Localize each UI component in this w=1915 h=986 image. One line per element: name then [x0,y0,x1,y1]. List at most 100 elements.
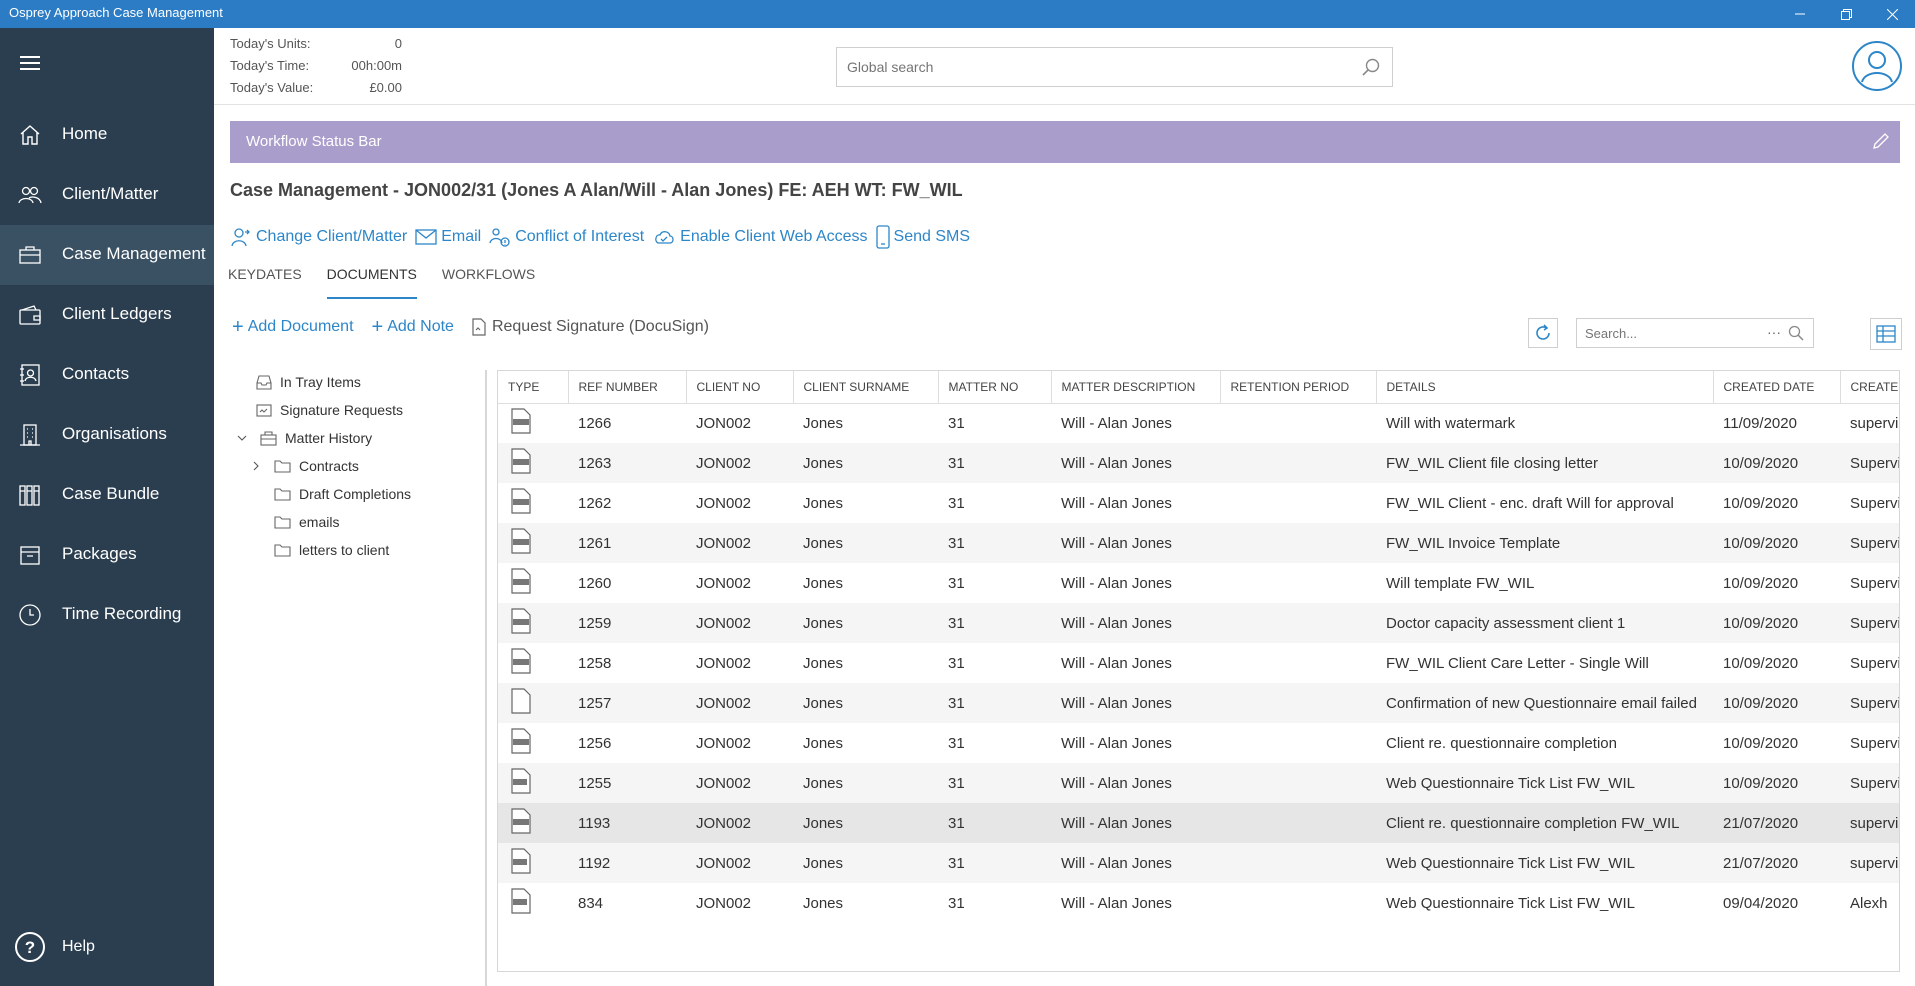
chevron-down-icon[interactable] [236,432,248,444]
cell-matter-desc: Will - Alan Jones [1061,414,1172,432]
cell-ref: 834 [578,894,604,912]
nav-case-bundle[interactable]: Case Bundle [0,465,214,525]
tree-letters-to-client[interactable]: letters to client [274,536,389,564]
column-header-client-surname[interactable]: CLIENT SURNAME [793,371,939,404]
column-header-matter-no[interactable]: MATTER NO [938,371,1052,404]
table-row[interactable]: 834 JON002 Jones 31 Will - Alan Jones Web Que… [498,883,1899,923]
tree-contracts[interactable]: Contracts [250,452,359,480]
units-value: 0 [394,36,402,51]
table-row[interactable]: 1256 JON002 Jones 31 Will - Alan Jones Client… [498,723,1899,763]
splitter-handle[interactable] [485,370,487,986]
pdf-file-icon [510,848,532,878]
nav-label: Home [62,124,108,143]
cell-retention [1220,723,1376,763]
close-button[interactable] [1869,0,1915,28]
tree-signature-requests[interactable]: Signature Requests [256,396,403,424]
user-avatar-icon[interactable] [1851,40,1903,92]
add-note-button[interactable]: + Add Note [372,317,454,337]
restore-button[interactable] [1823,0,1869,28]
table-row[interactable]: 1193 JON002 Jones 31 Will - Alan Jones Client… [498,803,1899,843]
document-search-input[interactable] [1577,319,1757,347]
cell-created-date: 10/09/2020 [1723,734,1799,752]
table-row[interactable]: 1261 JON002 Jones 31 Will - Alan Jones FW_WIL… [498,523,1899,563]
nav-case-management[interactable]: Case Management [0,225,214,285]
request-signature-button[interactable]: Request Signature (DocuSign) [472,318,709,336]
cell-matter-no: 31 [948,574,965,592]
cell-matter-desc: Will - Alan Jones [1061,734,1172,752]
conflict-of-interest-label: Conflict of Interest [515,228,645,245]
cell-client-no: JON002 [696,414,752,432]
help-button[interactable]: ? Help [14,931,95,963]
nav-time-recording[interactable]: Time Recording [0,585,214,645]
word-document-icon [510,608,532,638]
tree-label: Contracts [299,458,359,474]
refresh-button[interactable] [1528,318,1558,348]
nav-home[interactable]: Home [0,105,214,165]
add-document-button[interactable]: + Add Document [232,317,354,337]
cell-details: FW_WIL Client file closing letter [1376,443,1713,483]
table-row[interactable]: 1266 JON002 Jones 31 Will - Alan Jones Will w… [498,403,1899,443]
table-row[interactable]: 1263 JON002 Jones 31 Will - Alan Jones FW_WIL… [498,443,1899,483]
nav-client-ledgers[interactable]: Client Ledgers [0,285,214,345]
books-icon [19,485,40,506]
minimize-button[interactable] [1777,0,1823,28]
table-row[interactable]: 1257 JON002 Jones 31 Will - Alan Jones Confir… [498,683,1899,723]
table-row[interactable]: 1258 JON002 Jones 31 Will - Alan Jones FW_WIL… [498,643,1899,683]
nav-packages[interactable]: Packages [0,525,214,585]
grid-view-button[interactable] [1870,318,1902,350]
search-options-button[interactable]: ··· [1767,324,1781,340]
chevron-right-icon[interactable] [250,460,262,472]
cell-client-no: JON002 [686,603,793,643]
cell-created-by: Supervi [1840,523,1899,563]
conflict-of-interest-button[interactable]: Conflict of Interest [489,226,644,248]
nav-client-matter[interactable]: Client/Matter [0,165,214,225]
column-header-retention-period[interactable]: RETENTION PERIOD [1220,371,1377,404]
column-header-matter-description[interactable]: MATTER DESCRIPTION [1051,371,1221,404]
tab-documents[interactable]: DOCUMENTS [326,266,418,299]
folder-icon [274,544,291,557]
email-button[interactable]: Email [415,228,481,246]
table-row[interactable]: 1259 JON002 Jones 31 Will - Alan Jones Doctor… [498,603,1899,643]
menu-toggle-button[interactable] [20,56,40,70]
global-search-input[interactable] [837,48,1337,86]
tree-draft-completions[interactable]: Draft Completions [274,480,411,508]
column-header-client-no[interactable]: CLIENT NO [686,371,794,404]
search-icon[interactable] [1788,325,1804,341]
column-header-created-date[interactable]: CREATED DATE [1713,371,1841,404]
table-row[interactable]: 1262 JON002 Jones 31 Will - Alan Jones FW_WIL… [498,483,1899,523]
search-icon[interactable] [1362,58,1380,76]
cell-client-no: JON002 [696,574,752,592]
change-client-matter-button[interactable]: Change Client/Matter [230,226,407,248]
table-row[interactable]: 1192 JON002 Jones 31 Will - Alan Jones Web Qu… [498,843,1899,883]
pencil-icon[interactable] [1872,132,1890,150]
table-row[interactable]: 1255 JON002 Jones 31 Will - Alan Jones Web Qu… [498,763,1899,803]
minimize-icon [1795,13,1805,15]
type-cell [498,843,568,883]
nav-label: Time Recording [62,604,182,623]
cell-surname: Jones [803,494,844,512]
nav-organisations[interactable]: Organisations [0,405,214,465]
tree-in-tray[interactable]: In Tray Items [256,368,361,396]
column-header-details[interactable]: DETAILS [1376,371,1714,404]
column-header-ref-number[interactable]: REF NUMBER [568,371,687,404]
cell-ref: 1192 [568,843,686,883]
send-sms-button[interactable]: Send SMS [875,225,970,249]
type-cell [498,763,568,803]
table-row[interactable]: 1260 JON002 Jones 31 Will - Alan Jones Will t… [498,563,1900,603]
cell-created-by: Supervi [1850,574,1900,592]
cell-matter-desc: Will - Alan Jones [1051,763,1220,803]
cell-details: Doctor capacity assessment client 1 [1376,603,1713,643]
sidebar: Home Client/Matter Case Management Clien… [0,28,214,986]
tab-workflows[interactable]: WORKFLOWS [442,266,535,296]
nav-contacts[interactable]: Contacts [0,345,214,405]
enable-client-web-access-button[interactable]: Enable Client Web Access [652,227,868,247]
column-header-created-by[interactable]: CREATED [1840,371,1899,404]
column-header-type[interactable]: TYPE [498,371,569,404]
cell-retention [1220,443,1376,483]
tab-keydates[interactable]: KEYDATES [228,266,302,296]
building-icon [20,424,40,446]
tree-emails[interactable]: emails [274,508,339,536]
tree-matter-history[interactable]: Matter History [236,424,372,452]
type-cell [498,403,568,443]
cell-details: FW_WIL Invoice Template [1376,523,1713,563]
